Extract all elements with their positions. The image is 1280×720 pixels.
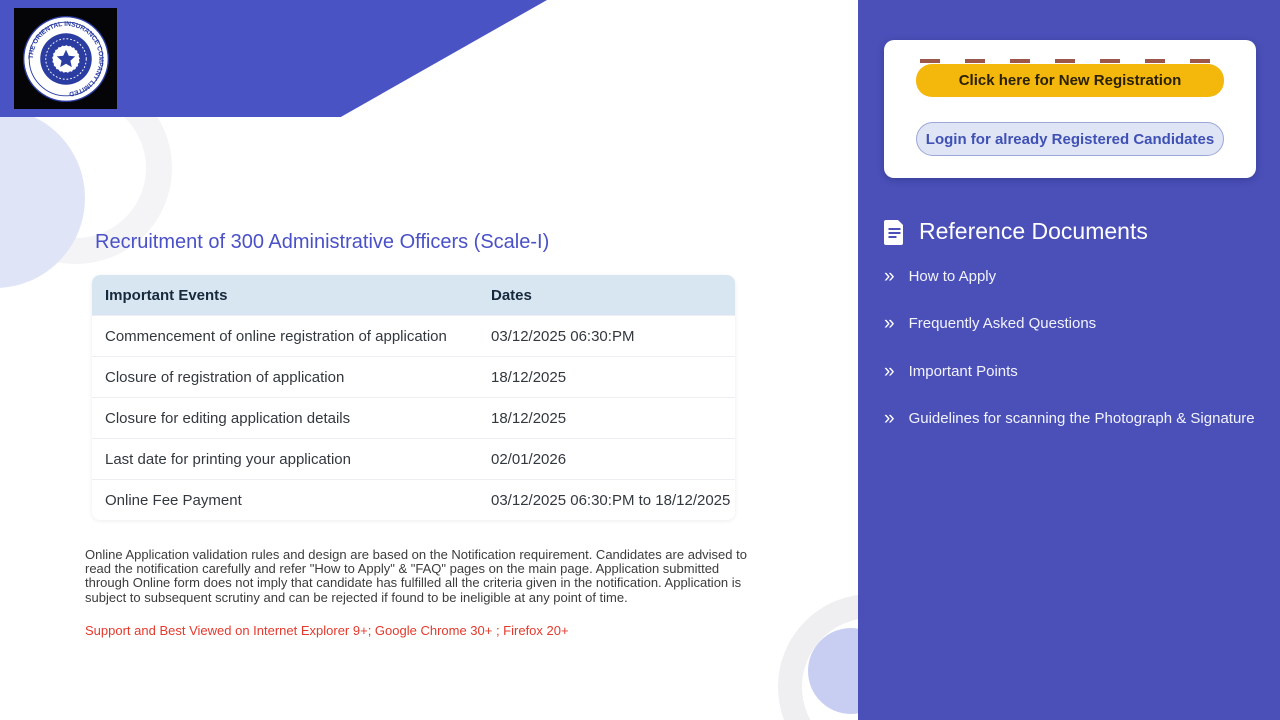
important-events-table: Important Events Dates Commencement of o… bbox=[92, 275, 735, 520]
reference-link-label: How to Apply bbox=[909, 268, 997, 285]
events-table-head: Important Events Dates bbox=[92, 275, 735, 315]
event-date-cell: 02/01/2026 bbox=[478, 438, 735, 479]
reference-link-label: Important Points bbox=[909, 363, 1018, 380]
event-name-cell: Commencement of online registration of a… bbox=[92, 315, 478, 356]
double-chevron-icon: » bbox=[884, 409, 895, 428]
column-header-events: Important Events bbox=[92, 275, 478, 315]
page-title: Recruitment of 300 Administrative Office… bbox=[95, 231, 549, 254]
table-row: Closure for editing application details1… bbox=[92, 397, 735, 438]
double-chevron-icon: » bbox=[884, 314, 895, 333]
event-date-cell: 03/12/2025 06:30:PM bbox=[478, 315, 735, 356]
reference-link[interactable]: » Guidelines for scanning the Photograph … bbox=[884, 405, 1264, 433]
event-date-cell: 18/12/2025 bbox=[478, 356, 735, 397]
column-header-dates: Dates bbox=[478, 275, 735, 315]
reference-documents-header: Reference Documents bbox=[884, 218, 1148, 245]
double-chevron-icon: » bbox=[884, 267, 895, 286]
document-icon bbox=[884, 219, 905, 245]
event-name-cell: Last date for printing your application bbox=[92, 438, 478, 479]
event-name-cell: Online Fee Payment bbox=[92, 479, 478, 520]
sidebar: Click here for New Registration Login fo… bbox=[858, 0, 1280, 720]
auth-card: Click here for New Registration Login fo… bbox=[884, 40, 1256, 178]
main-content: Recruitment of 300 Administrative Office… bbox=[0, 0, 858, 720]
reference-link[interactable]: » How to Apply bbox=[884, 262, 1264, 290]
table-header-row: Important Events Dates bbox=[92, 275, 735, 315]
event-name-cell: Closure of registration of application bbox=[92, 356, 478, 397]
table-row: Commencement of online registration of a… bbox=[92, 315, 735, 356]
reference-link[interactable]: » Important Points bbox=[884, 357, 1264, 385]
reference-link-label: Frequently Asked Questions bbox=[909, 315, 1097, 332]
reference-links: » How to Apply » Frequently Asked Questions… bbox=[884, 262, 1264, 433]
table-row: Closure of registration of application18… bbox=[92, 356, 735, 397]
browser-support-note: Support and Best Viewed on Internet Expl… bbox=[85, 623, 569, 638]
reference-link[interactable]: » Frequently Asked Questions bbox=[884, 310, 1264, 338]
page: THE ORIENTAL INSURANCE COMPANY LIMITED R… bbox=[0, 0, 1280, 720]
events-table-body: Commencement of online registration of a… bbox=[92, 315, 735, 520]
disclaimer-text: Online Application validation rules and … bbox=[85, 548, 747, 605]
event-name-cell: Closure for editing application details bbox=[92, 397, 478, 438]
reference-link-label: Guidelines for scanning the Photograph &… bbox=[909, 410, 1255, 427]
event-date-cell: 18/12/2025 bbox=[478, 397, 735, 438]
table-row: Online Fee Payment03/12/2025 06:30:PM to… bbox=[92, 479, 735, 520]
table-row: Last date for printing your application0… bbox=[92, 438, 735, 479]
new-registration-button[interactable]: Click here for New Registration bbox=[916, 64, 1224, 97]
reference-documents-title: Reference Documents bbox=[919, 218, 1148, 245]
login-registered-button[interactable]: Login for already Registered Candidates bbox=[916, 122, 1224, 156]
double-chevron-icon: » bbox=[884, 362, 895, 381]
event-date-cell: 03/12/2025 06:30:PM to 18/12/2025 bbox=[478, 479, 735, 520]
